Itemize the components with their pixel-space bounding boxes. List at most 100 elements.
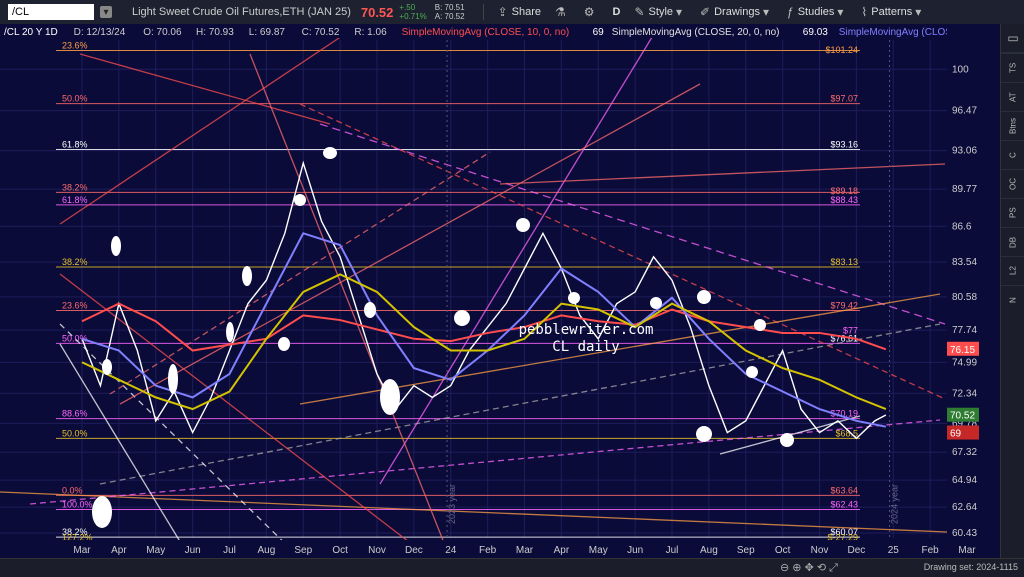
sidebar-tab-oc[interactable]: OC [1001, 169, 1024, 198]
ask-value: A: 70.52 [434, 12, 465, 21]
pivot-marker-0 [111, 236, 121, 256]
study-label-0: SimpleMovingAvg (CLOSE, 10, 0, no) [402, 27, 570, 38]
share-label: Share [511, 6, 541, 18]
price-badge-label-2: 69 [950, 429, 962, 440]
x-tick-label-17: Aug [700, 545, 718, 556]
pivot-marker-19 [226, 322, 234, 342]
style-label: Style [648, 6, 674, 18]
change-value: +.50 [399, 3, 416, 12]
zoom-out-icon[interactable]: ⊖ [780, 562, 789, 574]
sidebar-tab-l2[interactable]: L2 [1001, 256, 1024, 285]
header-range: R: 1.06 [354, 27, 387, 38]
pivot-marker-15 [780, 433, 794, 447]
price-badge-label-1: 70.52 [950, 411, 975, 422]
sidebar-tab-label: OC [1008, 178, 1018, 190]
level-label-2: $93.16 [830, 139, 858, 149]
y-tick-label-3: 89.77 [952, 184, 977, 195]
zoom-controls[interactable]: ⊖ ⊕ ✥ ⟲ ⤢ [780, 561, 838, 575]
sidebar-tab-c[interactable]: C [1001, 140, 1024, 169]
style-button[interactable]: ✎ Style ▾ [634, 5, 686, 19]
level-label-5: $83.13 [830, 257, 858, 267]
settings-button[interactable]: ⚙ [584, 5, 599, 19]
x-tick-label-6: Sep [294, 545, 312, 556]
x-tick-label-15: Jun [627, 545, 643, 556]
fib-label-2: 61.8% [62, 139, 88, 149]
sidebar-tab-at[interactable]: AT [1001, 82, 1024, 111]
share-button[interactable]: ⇪ Share [498, 5, 541, 19]
pivot-marker-13 [746, 366, 758, 378]
header-open: O: 70.06 [143, 27, 182, 38]
pivot-marker-6 [380, 379, 400, 415]
last-price: 70.52 [360, 4, 394, 20]
pivot-marker-18 [168, 364, 178, 394]
change-percent: +0.71% [399, 12, 427, 21]
y-tick-label-5: 83.54 [952, 257, 977, 268]
x-tick-label-7: Oct [332, 545, 348, 556]
symbol-input[interactable]: /CL [8, 4, 94, 20]
drawings-label: Drawings [714, 6, 760, 18]
bid-value: B: 70.51 [434, 3, 465, 12]
expand-icon[interactable]: ⤢ [829, 562, 838, 574]
x-tick-label-11: Feb [479, 545, 497, 556]
x-tick-label-23: Feb [922, 545, 940, 556]
price-change: +.50 +0.71% [399, 3, 426, 21]
timeframe-label: D [612, 6, 621, 18]
symbol-dropdown-icon[interactable]: ▾ [100, 6, 112, 18]
time-axis[interactable]: Mar Apr May Jun Jul Aug Sep Oct Nov Dec 24 Feb Mar Ap… [0, 540, 976, 558]
toolbar: /CL ▾ Light Sweet Crude Oil Futures,ETH … [0, 0, 1024, 25]
patterns-button[interactable]: ⌇ Patterns ▾ [861, 5, 925, 19]
x-tick-label-14: May [589, 545, 608, 556]
drawings-button[interactable]: ✐ Drawings ▾ [700, 5, 773, 19]
fib-label-11: 100.0% [62, 500, 93, 510]
studies-icon: ƒ [787, 5, 794, 19]
x-tick-label-5: Aug [257, 545, 275, 556]
drawing-set-label[interactable]: Drawing set: 2024-1115 [924, 562, 1018, 572]
watermark-line-2: CL daily [552, 339, 619, 355]
sidebar-tab-label: PS [1008, 207, 1018, 219]
fib-label-1: 50.0% [62, 94, 88, 104]
sidebar-tab-n[interactable]: N [1001, 285, 1024, 314]
x-tick-label-18: Sep [737, 545, 755, 556]
panel-icon: ▭ [1007, 31, 1019, 45]
sidebar-tab-ts[interactable]: TS [1001, 53, 1024, 82]
x-tick-label-13: Apr [554, 545, 570, 556]
fib-label-6: 23.6% [62, 300, 88, 310]
study-value-0: 69 [593, 27, 605, 38]
studies-button[interactable]: ƒ Studies ▾ [787, 5, 847, 19]
sidebar-tab-db[interactable]: DB [1001, 227, 1024, 256]
level-label-11: $63.64 [830, 485, 858, 495]
chevron-down-icon: ▾ [762, 5, 769, 19]
pivot-marker-5 [364, 302, 376, 318]
x-tick-label-16: Jul [666, 545, 679, 556]
chevron-down-icon: ▾ [837, 5, 844, 19]
pivot-marker-9 [568, 292, 580, 304]
y-tick-label-1: 96.47 [952, 106, 977, 117]
pivot-marker-12 [696, 426, 712, 442]
sidebar-tab-btns[interactable]: Btns [1001, 111, 1024, 140]
pivot-marker-11 [697, 290, 711, 304]
pivot-marker-7 [454, 310, 470, 326]
header-low: L: 69.87 [249, 27, 286, 38]
price-chart[interactable]: 23.6% 50.0% 61.8% 38.2% 61.8% 38.2% 23.6% 50.0%… [0, 24, 1000, 558]
crosshair-icon[interactable]: ✥ [805, 562, 814, 574]
brush-icon: ✎ [634, 5, 645, 19]
x-tick-label-10: 24 [445, 545, 457, 556]
sidebar-tab-label: TS [1008, 62, 1018, 74]
x-tick-label-21: Dec [847, 545, 865, 556]
timeframe-button[interactable]: D [613, 6, 621, 18]
flask-button[interactable]: ⚗ [555, 5, 570, 19]
reset-icon[interactable]: ⟲ [817, 562, 826, 574]
y-tick-label-4: 86.6 [952, 221, 972, 232]
zoom-in-icon[interactable]: ⊕ [792, 562, 801, 574]
price-badge-label-0: 76.15 [950, 345, 975, 356]
sidebar-collapse-button[interactable]: ▭ [1001, 24, 1024, 53]
sidebar-tab-ps[interactable]: PS [1001, 198, 1024, 227]
watermark-line-1: pebblewriter.com [519, 322, 654, 338]
x-tick-label-19: Oct [775, 545, 791, 556]
fib-label-3: 38.2% [62, 182, 88, 192]
bid-ask: B: 70.51 A: 70.52 [435, 3, 465, 21]
pivot-marker-4 [323, 147, 337, 159]
x-tick-label-3: Jun [185, 545, 201, 556]
study-label-1: SimpleMovingAvg (CLOSE, 20, 0, no) [612, 27, 780, 38]
pivot-marker-2 [242, 266, 252, 286]
